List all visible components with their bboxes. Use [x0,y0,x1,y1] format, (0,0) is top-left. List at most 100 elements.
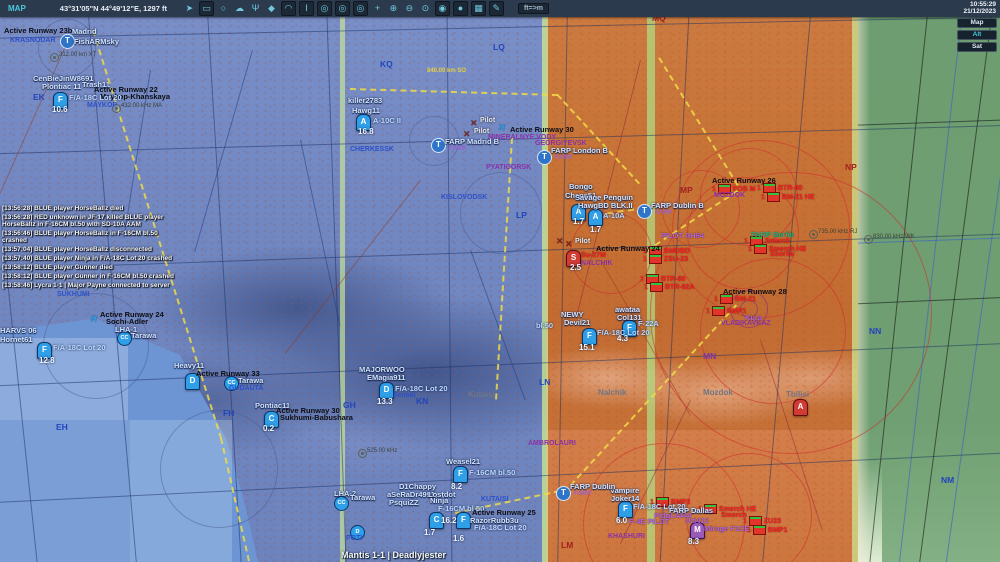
zoom-in-icon[interactable]: ⊕ [387,2,400,15]
grid-blue-label: LN [539,377,551,387]
crosshair-icon[interactable]: + [371,2,384,15]
blue-name-label: Devil21 [564,318,591,327]
view-button-alt[interactable]: Alt [957,30,997,40]
weather-icon[interactable]: ☁ [233,2,246,15]
blue-name-label: Tarawa [131,331,157,340]
farp-sub-label: FARP [555,154,573,161]
type-blue-label: F-16CM bl.50 [469,468,516,477]
city-blue-label: KUTAISI [481,496,509,503]
city-blue-label: SUKHUMI [57,291,90,298]
grid-blue-label: LQ [493,42,505,52]
grid-icon[interactable]: ▦ [470,1,486,16]
text-tool-icon[interactable]: I [298,1,314,16]
city-blue-label: POTI [346,535,363,542]
ground-unit-group[interactable]: 1 BTR-82A [644,282,694,292]
type-blue-label: F-22A [638,319,659,328]
farp-icon[interactable]: T [537,150,552,165]
ground-unit-group[interactable]: 1 ZSU-23 [643,254,688,264]
red-name-label: Sborka [770,251,794,258]
event-log-line: [13:57:40] BLUE player Ninja in F/A-18C … [2,255,173,262]
city-blue-label: KRASNODAR [10,37,56,44]
farp-icon[interactable]: T [431,138,446,153]
air-unit-pin[interactable]: F [456,512,471,529]
air-unit-pin[interactable]: F [453,466,468,483]
pan-cursor-icon[interactable]: ➤ [183,2,196,15]
grid-red-label: MP [680,185,693,195]
ground-unit-group[interactable]: 1 BMP1 [706,306,746,316]
circle-tool-icon[interactable]: ○ [217,2,230,15]
grid-blue-label: GH [343,400,356,410]
signal-icon[interactable]: ◠ [280,1,296,16]
red-name-label: Su-27M [581,252,606,259]
type-blue-label: bl.50 [536,321,554,330]
ground-unit-group[interactable]: 1 BMP1 [747,525,787,535]
city-purple-label: NALCHIK [581,260,613,267]
threat-ring [460,172,542,254]
farp-sub-label: FARP [449,145,467,152]
zone-stripe-2 [542,0,548,562]
beacon-text-label: 735.00 kHz RJ [818,229,858,235]
farp-icon[interactable]: T [556,486,571,501]
toolbar-icons: ➤ ▭ ○ ☁ Ψ ◆ ◠ I ◎ ◎ ◎ + ⊕ ⊖ ⊙ ◉ ● ▦ ✎ [183,1,504,16]
num-label: 2.5 [570,263,582,272]
compass-icon[interactable]: ◆ [265,2,278,15]
city-purple-label: PYATIGORSK [486,164,532,171]
sphere-icon[interactable]: ● [452,1,468,16]
city-blue-label: Senaki [393,392,416,399]
farp-green-label: FARP Berlin [751,230,795,239]
grid-red-label: LM [561,540,574,550]
num-label: 1.6 [453,534,465,543]
city-gray-label: Kutaisi [468,390,495,399]
num-label: 8.3 [688,537,700,546]
marker-zoom-1-icon[interactable]: ◎ [316,1,332,16]
view-button-sat[interactable]: Sat [957,42,997,52]
marker-zoom-3-icon[interactable]: ◎ [352,1,368,16]
num-label: 1.7 [590,225,602,234]
dead-pilot-icon[interactable]: ✕ [565,239,573,250]
threat-ring [650,172,932,454]
purple-name-label: F-4E PILOT [629,517,670,526]
num-label: 10.6 [52,105,68,114]
blue-name-label: HawgBD BLK.II [578,201,633,210]
event-log-line: [13:58:12] BLUE player Gunner in F-16CM … [2,273,174,280]
pilot-name-label: Pilot [480,117,496,124]
top-toolbar: MAP 43°31'05"N 44°49'12"E, 1297 ft ➤ ▭ ○ ☁ Ψ… [0,0,1000,17]
ruler-icon[interactable]: ▭ [198,1,214,16]
dead-pilot-icon[interactable]: ✕ [556,236,564,247]
air-unit-pin[interactable]: A [793,399,808,416]
runway-label: Active Runway 26 [712,176,776,185]
zoom-reset-icon[interactable]: ⊙ [419,2,432,15]
blue-name-label: Tarawa [238,376,264,385]
farp-icon[interactable]: T [637,204,652,219]
globe-icon[interactable]: ◉ [434,1,450,16]
city-blue-label: KISLOVODSK [441,194,488,201]
event-log-line: [13:56:28] BLUE player HorseBallz died [2,205,124,212]
runway-label: Active Runway 28 [723,287,787,296]
grid-blue-label: EH [56,422,68,432]
unit-toggle-button[interactable]: ft=>m [517,3,550,14]
zoom-out-icon[interactable]: ⊖ [403,2,416,15]
pencil-icon[interactable]: ✎ [488,1,504,16]
event-log-line: [13:58:12] BLUE player Gunner died [2,264,113,271]
farp-sub-label: FARP [655,209,673,216]
runway-label: Active Runway 30 [510,125,574,134]
farp-icon[interactable]: T [60,34,75,49]
air-unit-pin[interactable]: A [588,209,603,226]
city-purple-label: KHASHURI [608,533,645,540]
marker-zoom-2-icon[interactable]: ◎ [334,1,350,16]
ship-icon[interactable]: CC [334,496,349,511]
pilot-name-label: Pilot [575,238,591,245]
ndb-beacon-icon [809,230,818,239]
sea-cell-highlight-3 [0,420,130,562]
city-gray-label: Mozdok [703,388,733,397]
blue-name-label: HARVS 06 [0,326,37,335]
ndb-beacon-icon [358,449,367,458]
dcs-f10-map-screen: { "toolbar": { "map_label": "MAP", "coor… [0,0,1000,562]
view-button-map[interactable]: Map [957,18,997,28]
num-label: 15.1 [579,343,595,352]
blue-name-label: Tarawa [350,493,376,502]
city-blue-label: MAYKOP [87,102,118,109]
ground-unit-group[interactable]: 1 BM-21 HE [761,192,815,202]
antenna-icon[interactable]: Ψ [249,2,262,15]
type-blue-label: A-10A [603,211,625,220]
